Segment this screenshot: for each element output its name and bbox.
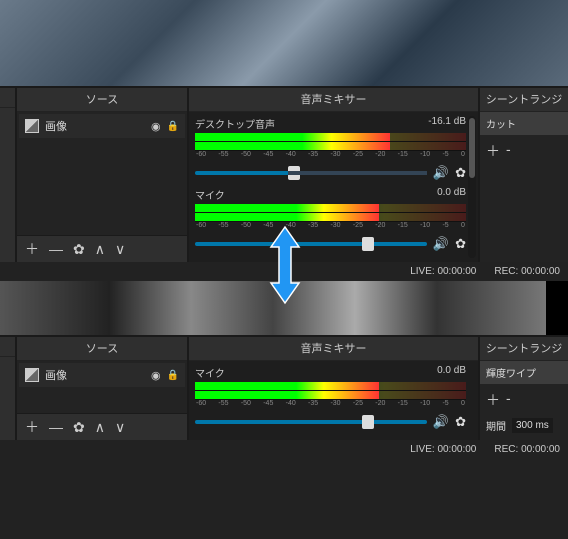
- level-meter: -60-55-50-45-40-35-30-25-20-15-10-50: [195, 382, 466, 400]
- mixer-panel: 音声ミキサー デスクトップ音声 -16.1 dB -60-55-50-45-40…: [189, 88, 478, 262]
- visibility-icon[interactable]: ◉: [151, 369, 161, 382]
- speaker-icon[interactable]: 🔊: [433, 236, 449, 252]
- track-db: 0.0 dB: [437, 365, 466, 380]
- rec-time: 00:00:00: [521, 444, 560, 455]
- move-down-button[interactable]: ∨: [115, 419, 125, 436]
- rec-time: 00:00:00: [521, 266, 560, 277]
- lock-icon[interactable]: 🔒: [167, 121, 179, 132]
- status-bar: LIVE: 00:00:00 REC: 00:00:00: [0, 262, 568, 281]
- volume-slider[interactable]: [195, 420, 427, 424]
- panel-edge-left: [0, 337, 15, 440]
- level-meter: -60-55-50-45-40-35-30-25-20-15-10-50: [195, 133, 466, 151]
- visibility-icon[interactable]: ◉: [151, 120, 161, 133]
- gear-icon[interactable]: ✿: [455, 414, 466, 430]
- remove-transition-button[interactable]: -: [506, 390, 511, 410]
- add-transition-button[interactable]: ＋: [486, 390, 500, 410]
- remove-transition-button[interactable]: -: [506, 141, 511, 161]
- transitions-title: シーントランジ: [480, 337, 568, 361]
- sources-panel: ソース 画像 ◉ 🔒 ＋ — ✿ ∧ ∨: [17, 337, 187, 440]
- preview-strip: [0, 281, 568, 335]
- status-bar: LIVE: 00:00:00 REC: 00:00:00: [0, 440, 568, 459]
- mixer-scrollbar[interactable]: [468, 116, 476, 258]
- level-meter: -60-55-50-45-40-35-30-25-20-15-10-50: [195, 204, 466, 222]
- add-source-button[interactable]: ＋: [25, 239, 39, 259]
- track-db: -16.1 dB: [428, 116, 466, 131]
- sources-panel: ソース 画像 ◉ 🔒 ＋ — ✿ ∧ ∨: [17, 88, 187, 262]
- panels-bottom: ソース 画像 ◉ 🔒 ＋ — ✿ ∧ ∨ 音声ミキサー マイク 0.0 dB: [0, 335, 568, 440]
- panels-top: ソース 画像 ◉ 🔒 ＋ — ✿ ∧ ∨ 音声ミキサー デスクトップ音声 -16…: [0, 86, 568, 262]
- remove-source-button[interactable]: —: [49, 419, 63, 435]
- preview-top: [0, 0, 568, 86]
- rec-label: REC:: [494, 444, 518, 455]
- panel-edge-left: [0, 88, 15, 262]
- transitions-panel: シーントランジ カット ＋ -: [480, 88, 568, 262]
- source-settings-button[interactable]: ✿: [73, 419, 85, 436]
- duration-value[interactable]: 300 ms: [512, 418, 553, 433]
- source-item[interactable]: 画像 ◉ 🔒: [19, 363, 185, 387]
- transition-select[interactable]: 輝度ワイプ: [480, 361, 568, 384]
- mixer-track-desktop: デスクトップ音声 -16.1 dB -60-55-50-45-40-35-30-…: [195, 116, 466, 181]
- duration-label: 期間: [486, 418, 506, 433]
- image-icon: [25, 119, 39, 133]
- transition-select[interactable]: カット: [480, 112, 568, 135]
- lock-icon[interactable]: 🔒: [167, 370, 179, 381]
- mixer-track-mic: マイク 0.0 dB -60-55-50-45-40-35-30-25-20-1…: [195, 187, 466, 252]
- rec-label: REC:: [494, 266, 518, 277]
- live-time: 00:00:00: [437, 266, 476, 277]
- volume-slider[interactable]: [195, 171, 427, 175]
- track-name: デスクトップ音声: [195, 116, 275, 131]
- move-up-button[interactable]: ∧: [95, 241, 105, 258]
- remove-source-button[interactable]: —: [49, 241, 63, 257]
- mixer-panel: 音声ミキサー マイク 0.0 dB -60-55-50-45-40-35-30-…: [189, 337, 478, 440]
- mixer-track-mic: マイク 0.0 dB -60-55-50-45-40-35-30-25-20-1…: [195, 365, 466, 430]
- volume-slider[interactable]: [195, 242, 427, 246]
- sources-title: ソース: [17, 337, 187, 361]
- add-transition-button[interactable]: ＋: [486, 141, 500, 161]
- track-name: マイク: [195, 187, 225, 202]
- live-time: 00:00:00: [437, 444, 476, 455]
- gear-icon[interactable]: ✿: [455, 165, 466, 181]
- move-down-button[interactable]: ∨: [115, 241, 125, 258]
- transitions-panel: シーントランジ 輝度ワイプ ＋ - 期間 300 ms: [480, 337, 568, 440]
- source-label: 画像: [45, 367, 145, 383]
- source-label: 画像: [45, 118, 145, 134]
- image-icon: [25, 368, 39, 382]
- live-label: LIVE:: [410, 444, 434, 455]
- speaker-icon[interactable]: 🔊: [433, 414, 449, 430]
- source-settings-button[interactable]: ✿: [73, 241, 85, 258]
- speaker-icon[interactable]: 🔊: [433, 165, 449, 181]
- move-up-button[interactable]: ∧: [95, 419, 105, 436]
- gear-icon[interactable]: ✿: [455, 236, 466, 252]
- sources-toolbar: ＋ — ✿ ∧ ∨: [17, 235, 187, 262]
- source-item[interactable]: 画像 ◉ 🔒: [19, 114, 185, 138]
- track-name: マイク: [195, 365, 225, 380]
- sources-toolbar: ＋ — ✿ ∧ ∨: [17, 413, 187, 440]
- transitions-title: シーントランジ: [480, 88, 568, 112]
- live-label: LIVE:: [410, 266, 434, 277]
- sources-title: ソース: [17, 88, 187, 112]
- add-source-button[interactable]: ＋: [25, 417, 39, 437]
- mixer-title: 音声ミキサー: [189, 337, 478, 361]
- mixer-title: 音声ミキサー: [189, 88, 478, 112]
- track-db: 0.0 dB: [437, 187, 466, 202]
